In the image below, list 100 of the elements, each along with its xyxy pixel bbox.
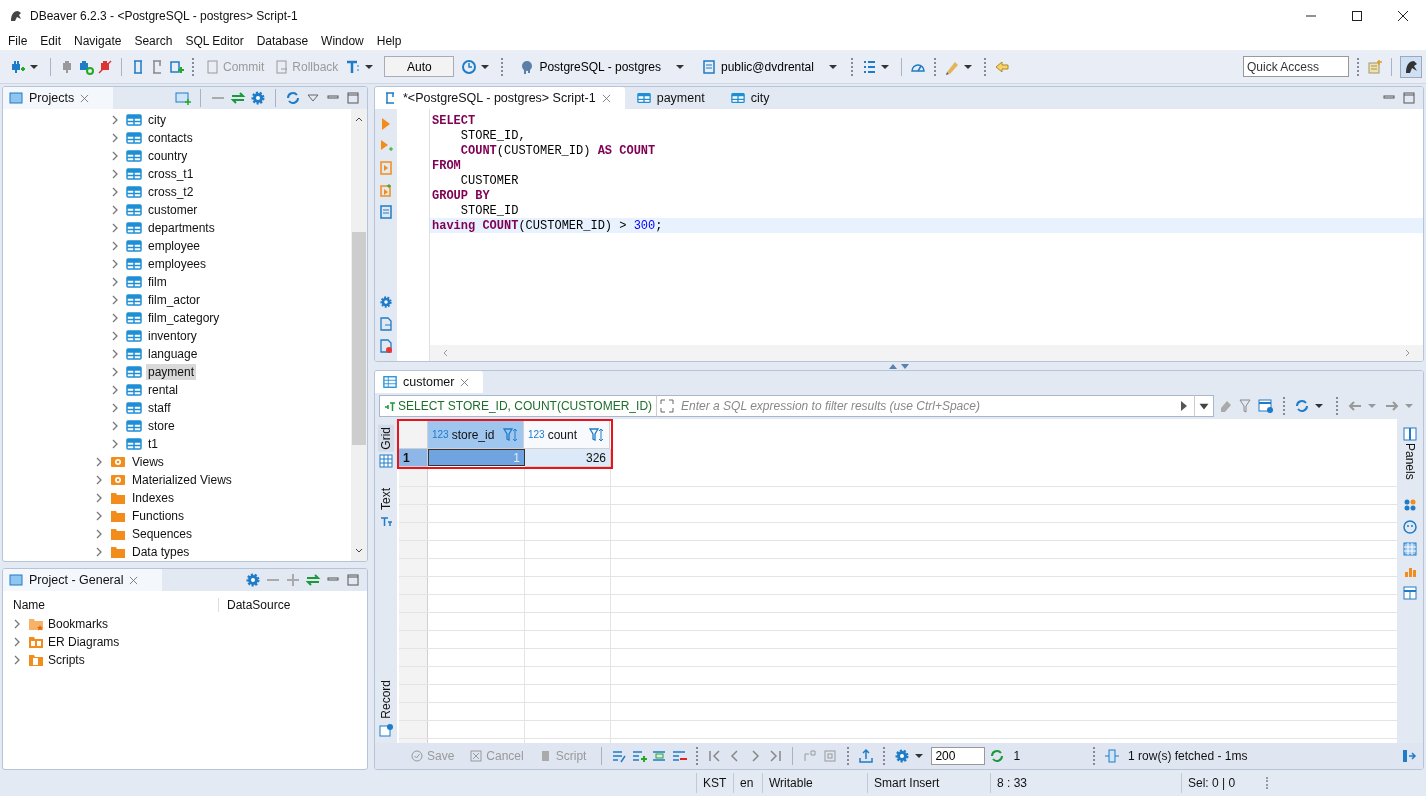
tree-item[interactable]: staff <box>146 400 173 416</box>
grid-pattern-icon[interactable] <box>1403 541 1417 556</box>
scrollbar[interactable] <box>430 345 1423 361</box>
close-icon[interactable] <box>460 377 470 387</box>
tree-item[interactable]: film <box>146 274 169 290</box>
export-icon[interactable] <box>858 748 875 764</box>
connect-icon[interactable] <box>10 58 26 75</box>
link-arrows-icon[interactable] <box>305 572 321 588</box>
format-icon[interactable] <box>345 58 362 75</box>
tree-item[interactable]: Bookmarks <box>48 617 109 631</box>
tree-item[interactable]: contacts <box>146 130 195 146</box>
edit-row-icon[interactable] <box>611 748 628 764</box>
column-header[interactable]: 123 count <box>524 421 610 449</box>
tree-item[interactable]: Functions <box>130 508 187 524</box>
refresh-icon[interactable] <box>989 748 1006 764</box>
tree-item[interactable]: film_actor <box>146 292 202 308</box>
value-viewer-icon[interactable] <box>1403 497 1417 512</box>
menu-item[interactable]: Window <box>321 34 364 48</box>
quick-access-field[interactable]: Quick Access <box>1243 56 1349 77</box>
tree-item[interactable]: rental <box>146 382 181 398</box>
record-icon[interactable] <box>379 723 393 737</box>
tree-item[interactable]: employee <box>146 238 203 254</box>
perspective-icon[interactable] <box>1400 55 1422 78</box>
table-settings-icon[interactable] <box>1258 398 1274 414</box>
dropdown-caret-icon[interactable] <box>880 62 889 71</box>
menu-item[interactable]: Help <box>376 34 402 48</box>
column-header[interactable]: Name <box>13 598 219 612</box>
tree-item[interactable]: Sequences <box>130 526 195 542</box>
tree-item[interactable]: country <box>146 148 190 164</box>
row-number[interactable]: 1 <box>399 449 428 467</box>
tree-item[interactable]: Data types <box>130 544 192 560</box>
transaction-add-icon[interactable] <box>168 58 184 75</box>
layout-icon[interactable] <box>1403 585 1417 600</box>
menu-item[interactable]: Navigate <box>74 34 122 48</box>
menu-item[interactable]: Edit <box>40 34 62 48</box>
tree-item[interactable]: store <box>146 418 177 434</box>
editor-tab[interactable]: payment <box>628 87 719 109</box>
settings-icon[interactable] <box>379 295 393 309</box>
tree-item[interactable]: cross_t2 <box>146 184 196 200</box>
new-folder-icon[interactable] <box>175 90 191 106</box>
column-header[interactable]: 123 store_id <box>428 421 524 449</box>
run-step-icon[interactable] <box>379 139 393 153</box>
close-icon[interactable] <box>601 93 611 103</box>
panels-icon[interactable] <box>1403 427 1417 441</box>
refresh-icon[interactable] <box>1294 398 1310 414</box>
filter-history-icon[interactable] <box>1194 395 1214 417</box>
filter-sort-icon[interactable] <box>503 426 519 443</box>
side-tab[interactable]: Grid <box>378 425 394 452</box>
export-icon[interactable] <box>379 317 393 331</box>
dropdown-caret-icon[interactable] <box>915 752 924 760</box>
tree-item[interactable]: inventory <box>146 328 199 344</box>
last-page-icon[interactable] <box>767 748 784 764</box>
run-script-icon[interactable] <box>379 183 393 197</box>
projects-tab[interactable]: Projects <box>3 87 114 109</box>
expand-icon[interactable] <box>657 395 678 417</box>
table-cell[interactable]: 326 <box>525 449 611 467</box>
expand-all-icon[interactable] <box>285 572 301 588</box>
delete-row-icon[interactable] <box>671 748 688 764</box>
tree-item[interactable]: cross_t1 <box>146 166 196 182</box>
tree-item[interactable]: film_category <box>146 310 222 326</box>
link-arrows-icon[interactable] <box>230 90 246 106</box>
tree-item[interactable]: Views <box>130 454 166 470</box>
results-tab[interactable]: customer <box>375 371 484 393</box>
back-arrow-icon[interactable] <box>993 58 1010 75</box>
project-general-tab[interactable]: Project - General <box>3 569 163 591</box>
filter-field[interactable]: Enter a SQL expression to filter results (use Ctrl+Space) <box>677 395 1174 417</box>
reconnect-icon[interactable] <box>78 58 94 75</box>
dropdown-caret-icon[interactable] <box>30 62 38 71</box>
menu-item[interactable]: Search <box>134 34 173 48</box>
dropdown-caret-icon[interactable] <box>481 62 490 71</box>
tree-item[interactable]: Indexes <box>130 490 177 506</box>
side-tab[interactable]: Record <box>378 678 394 721</box>
document-icon[interactable] <box>379 339 393 353</box>
schema-selector[interactable]: public@dvdrental <box>699 56 843 77</box>
aggregate-icon[interactable] <box>1403 519 1417 534</box>
dropdown-caret-icon[interactable] <box>1315 402 1323 410</box>
panels-tab[interactable]: Panels <box>1403 443 1417 480</box>
side-tab[interactable]: Text <box>378 485 394 512</box>
dropdown-caret-icon[interactable] <box>963 62 972 71</box>
tree-item[interactable]: Scripts <box>48 653 85 667</box>
transaction-mode-button[interactable]: Auto <box>384 56 455 77</box>
history-icon[interactable] <box>461 58 478 75</box>
tree-item[interactable]: t1 <box>146 436 160 452</box>
datasource-selector[interactable]: PostgreSQL - postgres <box>517 56 690 77</box>
apply-filter-icon[interactable] <box>1174 395 1194 417</box>
menu-item[interactable]: Database <box>256 34 309 48</box>
copy-row-icon[interactable] <box>651 748 668 764</box>
scrollbar[interactable] <box>351 109 367 561</box>
open-perspective-icon[interactable] <box>1367 58 1383 75</box>
plan-icon[interactable] <box>379 205 393 219</box>
sash-arrows-icon[interactable] <box>887 362 911 370</box>
tree-item[interactable]: customer <box>146 202 200 218</box>
corner-cell[interactable] <box>399 421 428 449</box>
fetch-size-field[interactable]: 200 <box>931 747 986 765</box>
tree-item[interactable]: employees <box>146 256 209 272</box>
settings-icon[interactable] <box>245 572 261 588</box>
settings-icon[interactable] <box>894 748 911 764</box>
menu-item[interactable]: File <box>8 34 28 48</box>
eraser-icon[interactable] <box>1218 398 1234 414</box>
editor-tab[interactable]: *<PostgreSQL - postgres> Script-1 <box>375 87 625 109</box>
